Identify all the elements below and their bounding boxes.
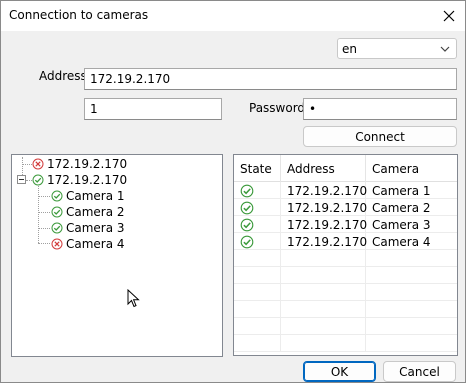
state-cell (234, 284, 281, 301)
window-title: Connection to cameras (9, 8, 149, 22)
column-header-address[interactable]: Address (281, 155, 366, 182)
check-icon (240, 201, 254, 214)
state-cell (234, 267, 281, 284)
grid-header: State Address Camera (234, 155, 457, 182)
address-cell: 172.19.2.170 (281, 216, 367, 233)
language-value: en (342, 41, 357, 56)
tree-node-label: 172.19.2.170 (47, 157, 128, 171)
tree-node-camera-3[interactable]: Camera 3 (51, 220, 125, 236)
empty-table-row (234, 284, 457, 301)
camera-cell (366, 318, 457, 335)
password-field[interactable]: • (303, 98, 457, 120)
error-icon (51, 238, 63, 250)
empty-table-row (234, 301, 457, 318)
empty-table-row (234, 267, 457, 284)
tree-node-label: Camera 2 (66, 205, 125, 219)
address-cell: 172.19.2.170 (281, 182, 367, 199)
empty-table-row (234, 250, 457, 267)
tree-collapse-toggle[interactable] (17, 175, 26, 184)
dialog-window: Connection to cameras en Address 172.19.… (0, 0, 466, 383)
address-label: Address (39, 69, 87, 83)
address-cell (281, 267, 366, 284)
ok-button[interactable]: OK (303, 361, 376, 382)
camera-cell: Camera 2 (372, 200, 431, 215)
tree-node-host-2[interactable]: 172.19.2.170 (32, 172, 127, 188)
column-header-camera[interactable]: Camera (366, 155, 457, 182)
password-label: Password (249, 101, 306, 115)
tree-node-camera-2[interactable]: Camera 2 (51, 204, 125, 220)
tree-node-label: Camera 1 (66, 189, 125, 203)
camera-cell: Camera 3 (372, 217, 431, 232)
state-cell (234, 233, 281, 250)
tree-node-host-1[interactable]: 172.19.2.170 (32, 156, 127, 172)
address-cell: 172.19.2.170 (281, 199, 367, 216)
check-icon (51, 206, 63, 218)
state-cell (234, 216, 281, 233)
camera-cell (366, 250, 457, 267)
title-bar[interactable]: Connection to cameras (1, 1, 465, 31)
check-icon (32, 174, 44, 186)
address-cell (281, 301, 366, 318)
tree-connector (38, 186, 39, 243)
tree-connector (38, 196, 50, 197)
address-field[interactable]: 172.19.2.170 (84, 68, 457, 90)
camera-cell (366, 301, 457, 318)
column-header-state[interactable]: State (234, 155, 281, 182)
mouse-cursor-icon (127, 289, 140, 308)
tree-node-camera-1[interactable]: Camera 1 (51, 188, 125, 204)
camera-cell (366, 284, 457, 301)
empty-table-row (234, 318, 457, 335)
cancel-button[interactable]: Cancel (383, 361, 456, 382)
address-cell (281, 284, 366, 301)
close-icon (443, 10, 455, 22)
camera-cell: Camera 4 (372, 234, 431, 249)
check-icon (240, 235, 254, 248)
tree-node-label: Camera 4 (66, 237, 125, 251)
user-field[interactable]: 1 (84, 98, 222, 120)
state-cell (234, 318, 281, 335)
close-button[interactable] (433, 1, 465, 31)
state-cell (234, 250, 281, 267)
address-cell (281, 335, 366, 352)
tree-node-camera-4[interactable]: Camera 4 (51, 236, 125, 252)
check-icon (51, 222, 63, 234)
check-icon (240, 218, 254, 231)
chevron-down-icon (440, 46, 450, 52)
minus-icon (19, 179, 24, 180)
address-cell: 172.19.2.170 (281, 233, 367, 250)
empty-table-row (234, 335, 457, 352)
check-icon (240, 184, 254, 197)
table-row[interactable]: 172.19.2.170 Camera 3 (234, 216, 457, 233)
table-row[interactable]: 172.19.2.170 Camera 2 (234, 199, 457, 216)
state-cell (234, 199, 281, 216)
connect-button[interactable]: Connect (303, 126, 457, 147)
camera-cell: Camera 1 (372, 183, 431, 198)
address-cell (281, 250, 366, 267)
check-icon (51, 190, 63, 202)
tree-connector (38, 228, 50, 229)
language-select[interactable]: en (337, 38, 457, 59)
state-cell (234, 335, 281, 352)
tree-node-label: Camera 3 (66, 221, 125, 235)
table-row[interactable]: 172.19.2.170 Camera 4 (234, 233, 457, 250)
tree-connector (38, 212, 50, 213)
camera-cell (366, 335, 457, 352)
tree-connector (38, 243, 50, 244)
state-cell (234, 301, 281, 318)
camera-cell (366, 267, 457, 284)
error-icon (32, 158, 44, 170)
table-row[interactable]: 172.19.2.170 Camera 1 (234, 182, 457, 199)
camera-grid[interactable]: State Address Camera 172.19.2.170 Camera … (233, 154, 458, 356)
address-cell (281, 318, 366, 335)
state-cell (234, 182, 281, 199)
camera-tree[interactable]: 172.19.2.170 172.19.2.170 Camera 1 Camer… (11, 154, 223, 357)
tree-node-label: 172.19.2.170 (47, 173, 128, 187)
